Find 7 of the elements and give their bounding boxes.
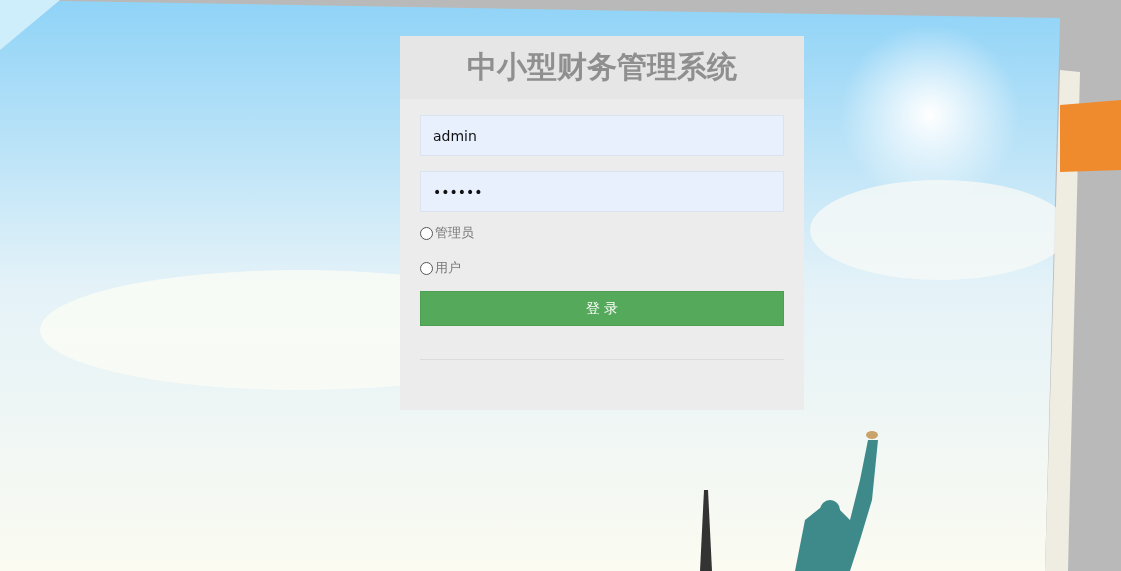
role-label: 管理员 xyxy=(435,224,474,242)
role-label: 用户 xyxy=(435,259,461,277)
system-title: 中小型财务管理系统 xyxy=(467,48,737,86)
radio-button[interactable] xyxy=(420,261,433,275)
password-field[interactable]: •••••• xyxy=(420,171,784,212)
radio-button[interactable] xyxy=(420,226,433,240)
username-field[interactable]: admin xyxy=(420,115,784,156)
